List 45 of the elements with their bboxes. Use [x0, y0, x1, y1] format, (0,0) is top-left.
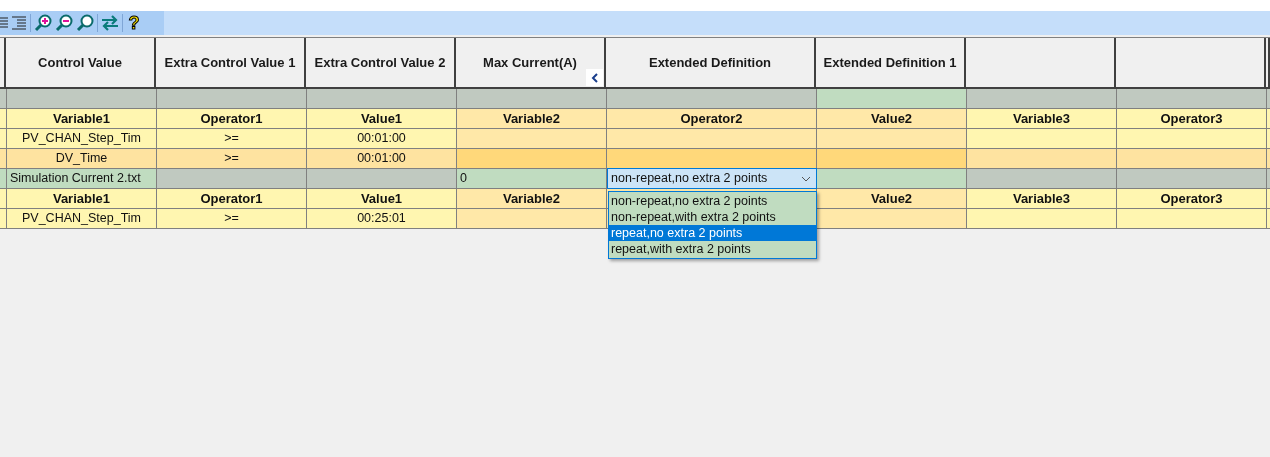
- table-cell: Operator2: [607, 109, 817, 129]
- column-header: Extended Definition: [606, 38, 816, 89]
- dropdown-option[interactable]: repeat,no extra 2 points: [609, 225, 816, 241]
- table-cell: PV_CHAN_Step_Tim: [7, 129, 157, 149]
- dropdown[interactable]: non-repeat,no extra 2 points: [607, 168, 817, 189]
- column-header: Control Value: [6, 38, 156, 89]
- column-header: Extended Definition 1: [816, 38, 966, 89]
- dropdown-option[interactable]: repeat,with extra 2 points: [609, 241, 816, 257]
- column-header: Extra Control Value 2: [306, 38, 456, 89]
- table-cell: PV_CHAN_Step_Tim: [7, 209, 157, 229]
- table-cell: Operator3: [1117, 109, 1267, 129]
- table-cell: Value2: [817, 189, 967, 209]
- dropdown-option[interactable]: non-repeat,with extra 2 points: [609, 209, 816, 225]
- zoom-out-icon[interactable]: [55, 14, 73, 32]
- table-cell: Operator1: [157, 109, 307, 129]
- table-cell: Variable2: [457, 189, 607, 209]
- table-cell: Variable1: [7, 109, 157, 129]
- zoom-in-icon[interactable]: [34, 14, 52, 32]
- indent-icon[interactable]: [11, 14, 27, 32]
- table-cell: DV_Time: [7, 149, 157, 169]
- dropdown-option[interactable]: non-repeat,no extra 2 points: [609, 193, 816, 209]
- table-cell: Operator3: [1117, 189, 1267, 209]
- chevron-down-icon: [801, 175, 811, 182]
- table-cell: 00:01:00: [307, 149, 457, 169]
- collapse-button[interactable]: [586, 69, 603, 86]
- table-cell: Variable3: [967, 189, 1117, 209]
- table-cell: Value1: [307, 109, 457, 129]
- column-header: Extra Control Value 1: [156, 38, 306, 89]
- table-cell: Variable1: [7, 189, 157, 209]
- table-cell: 0: [457, 169, 607, 189]
- table-cell: >=: [157, 149, 307, 169]
- table-cell: Simulation Current 2.txt: [7, 169, 157, 189]
- column-header: Max Current(A): [456, 38, 606, 89]
- table-cell: >=: [157, 129, 307, 149]
- table-cell: 00:25:01: [307, 209, 457, 229]
- table-cell: >=: [157, 209, 307, 229]
- swap-arrows-icon[interactable]: [101, 14, 119, 32]
- table-cell: Variable3: [967, 109, 1117, 129]
- zoom-icon[interactable]: [76, 14, 94, 32]
- table-cell: 00:01:00: [307, 129, 457, 149]
- chevron-left-icon: [590, 72, 599, 83]
- table-cell: Value2: [817, 109, 967, 129]
- table-cell: Value1: [307, 189, 457, 209]
- table-cell: Variable2: [457, 109, 607, 129]
- table-cell: Operator1: [157, 189, 307, 209]
